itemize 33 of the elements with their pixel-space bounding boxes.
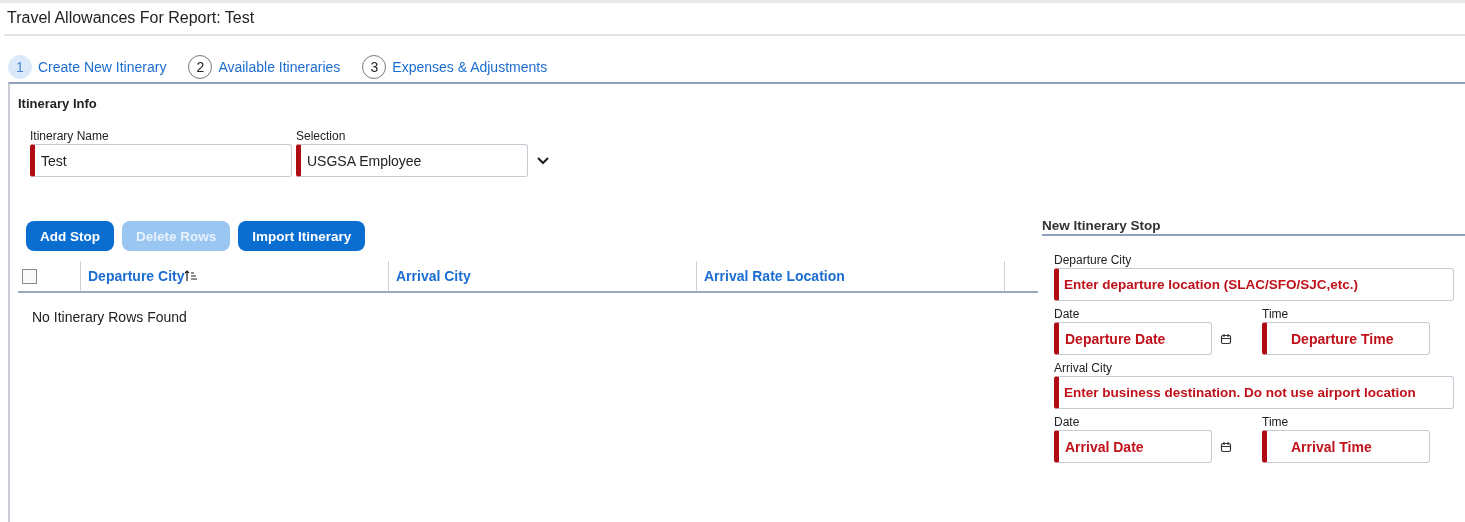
step-link[interactable]: Expenses & Adjustments xyxy=(392,58,548,75)
calendar-icon[interactable] xyxy=(1220,440,1232,453)
field-label: Time xyxy=(1262,415,1290,429)
action-button[interactable]: Add Stop xyxy=(26,221,114,251)
date-field[interactable]: Departure Date xyxy=(1054,322,1212,355)
field-label: Selection xyxy=(296,129,347,143)
date-field[interactable]: Arrival Date xyxy=(1054,430,1212,463)
section-heading: Itinerary Info xyxy=(18,96,98,111)
window-title: Travel Allowances For Report: Test xyxy=(4,3,1465,36)
column-header[interactable]: Arrival City xyxy=(396,268,471,284)
selection-dropdown[interactable]: USGSA Employee xyxy=(296,144,528,177)
field-label: Date xyxy=(1054,307,1081,321)
itinerary-name-field[interactable]: Test xyxy=(30,144,292,177)
empty-message: No Itinerary Rows Found xyxy=(31,308,188,327)
time-field[interactable]: Arrival Time xyxy=(1262,430,1430,463)
column-header[interactable]: Arrival Rate Location xyxy=(704,268,845,284)
select-all-checkbox[interactable] xyxy=(22,268,37,284)
time-field[interactable]: Departure Time xyxy=(1262,322,1430,355)
city-field[interactable]: Enter business destination. Do not use airport location xyxy=(1054,376,1454,409)
calendar-icon[interactable] xyxy=(1220,332,1232,345)
field-label: Itinerary Name xyxy=(30,129,110,143)
city-field[interactable]: Enter departure location (SLAC/SFO/SJC,etc.) xyxy=(1054,268,1454,301)
field-label: Arrival City xyxy=(1054,361,1113,375)
step-link[interactable]: Create New Itinerary xyxy=(38,58,167,75)
field-label: Departure City xyxy=(1054,253,1133,267)
sort-ascending-icon[interactable] xyxy=(184,270,199,282)
field-label: Date xyxy=(1054,415,1081,429)
action-button[interactable]: Import Itinerary xyxy=(238,221,366,251)
column-header[interactable]: Departure City xyxy=(88,268,185,284)
chevron-down-icon[interactable] xyxy=(536,155,550,166)
field-label: Time xyxy=(1262,307,1290,321)
section-heading: New Itinerary Stop xyxy=(1042,218,1465,236)
step-link[interactable]: Available Itineraries xyxy=(218,58,341,75)
